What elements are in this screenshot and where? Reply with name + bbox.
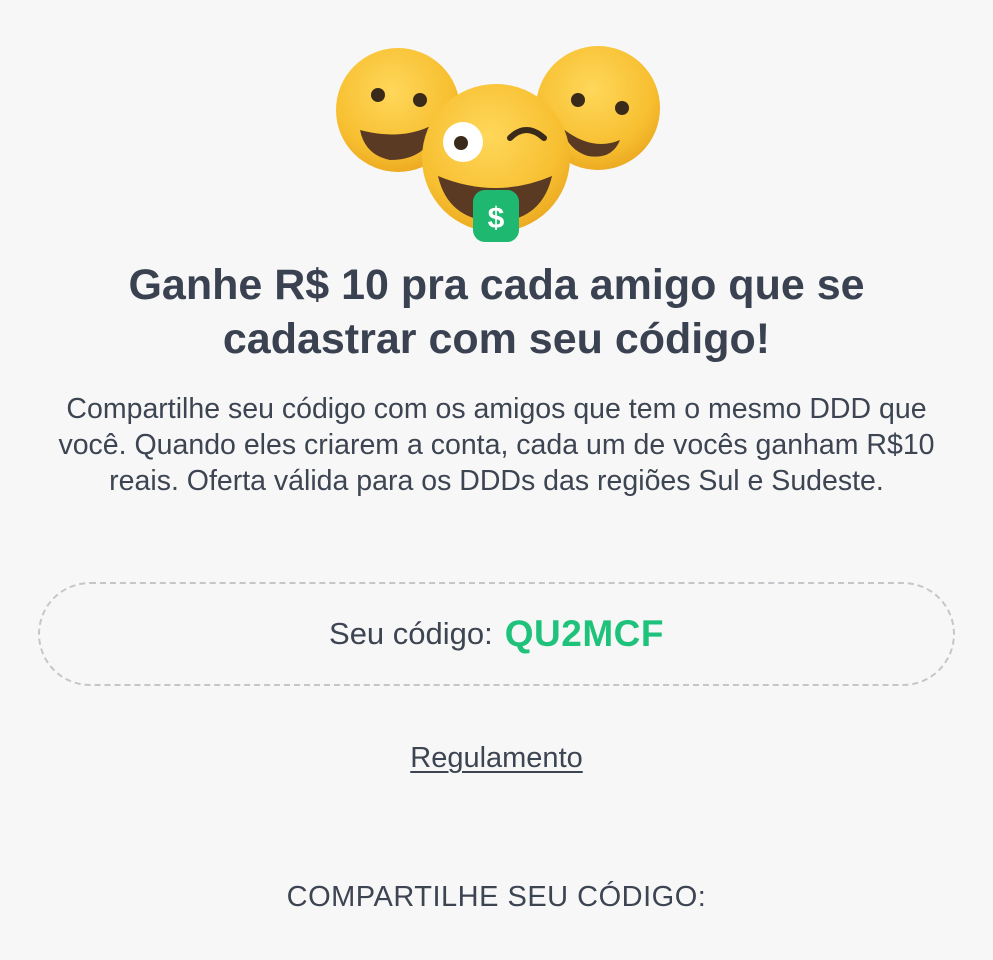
center-wink-face-icon: $ — [422, 84, 570, 242]
referral-code[interactable]: QU2MCF — [505, 613, 664, 655]
code-label: Seu código: — [329, 616, 493, 651]
hero-illustration: $ — [0, 0, 993, 250]
referral-code-box[interactable]: Seu código: QU2MCF — [38, 582, 955, 686]
rules-link[interactable]: Regulamento — [410, 742, 583, 774]
share-section-title: COMPARTILHE SEU CÓDIGO: — [286, 881, 707, 913]
page-title: Ganhe R$ 10 pra cada amigo que se cadast… — [128, 261, 865, 363]
referral-description: Compartilhe seu código com os amigos que… — [58, 393, 935, 497]
emoji-faces-icon: $ — [336, 46, 660, 242]
rules-link-row: Regulamento — [0, 742, 993, 775]
referral-screen: $ Ganhe R$ 10 pra cada amigo que se cada… — [0, 0, 993, 960]
svg-text:$: $ — [488, 202, 505, 235]
